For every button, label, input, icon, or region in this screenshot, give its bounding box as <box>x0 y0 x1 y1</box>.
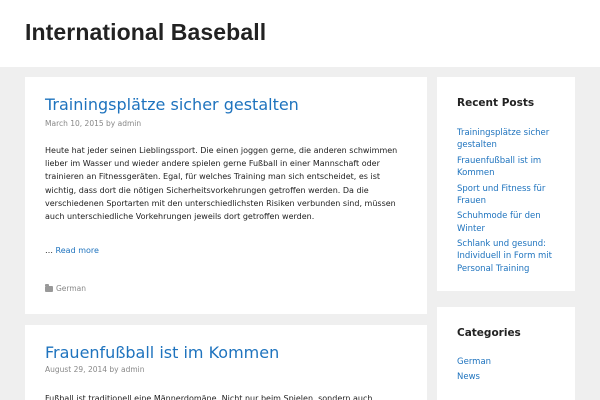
site-header: International Baseball <box>0 0 600 67</box>
post-card: Trainingsplätze sicher gestalten March 1… <box>25 77 427 314</box>
read-more-link[interactable]: Read more <box>56 246 99 255</box>
post-title-link[interactable]: Frauenfußball ist im Kommen <box>45 343 279 362</box>
recent-post-link[interactable]: Schuhmode für den Winter <box>457 211 541 233</box>
list-item: Schlank und gesund: Individuell in Form … <box>457 238 567 275</box>
list-item: Schuhmode für den Winter <box>457 210 567 235</box>
category-link[interactable]: German <box>457 357 491 367</box>
post-excerpt: Fußball ist traditionell eine Männerdomä… <box>45 394 373 400</box>
site-title[interactable]: International Baseball <box>25 19 266 46</box>
recent-posts-widget: Recent Posts Trainingsplätze sicher gest… <box>437 77 575 291</box>
post-date-link[interactable]: August 29, 2014 <box>45 365 107 374</box>
post-author-link[interactable]: admin <box>121 365 145 374</box>
recent-post-link[interactable]: Schlank und gesund: Individuell in Form … <box>457 239 552 274</box>
recent-post-link[interactable]: Frauenfußball ist im Kommen <box>457 156 541 178</box>
post-title-link[interactable]: Trainingsplätze sicher gestalten <box>45 95 299 114</box>
post-date-link[interactable]: March 10, 2015 <box>45 119 104 128</box>
list-item: German <box>457 356 567 368</box>
widget-title: Categories <box>457 327 521 339</box>
list-item: Sport und Fitness für Frauen <box>457 183 567 208</box>
categories-widget: Categories German News <box>437 307 575 400</box>
post-meta-by: by <box>106 119 116 128</box>
recent-post-link[interactable]: Trainingsplätze sicher gestalten <box>457 128 549 150</box>
list-item: News <box>457 371 567 383</box>
list-item: Frauenfußball ist im Kommen <box>457 155 567 180</box>
post-meta: March 10, 2015 by admin <box>45 119 141 128</box>
post-category-link[interactable]: German <box>56 284 86 293</box>
widget-title: Recent Posts <box>457 97 535 109</box>
recent-post-link[interactable]: Sport und Fitness für Frauen <box>457 184 545 206</box>
post-author-link[interactable]: admin <box>118 119 142 128</box>
post-footer: German <box>45 283 86 293</box>
post-meta: August 29, 2014 by admin <box>45 365 145 374</box>
category-link[interactable]: News <box>457 372 480 382</box>
recent-posts-list: Trainingsplätze sicher gestalten Frauenf… <box>457 127 567 278</box>
post-card: Frauenfußball ist im Kommen August 29, 2… <box>25 325 427 400</box>
post-excerpt: Heute hat jeder seinen Lieblingssport. D… <box>45 146 398 222</box>
list-item: Trainingsplätze sicher gestalten <box>457 127 567 152</box>
read-more-ellipsis: … <box>45 246 53 255</box>
post-meta-by: by <box>109 365 119 374</box>
folder-icon <box>45 283 53 292</box>
categories-list: German News <box>457 356 567 387</box>
read-more: … Read more <box>45 246 99 255</box>
